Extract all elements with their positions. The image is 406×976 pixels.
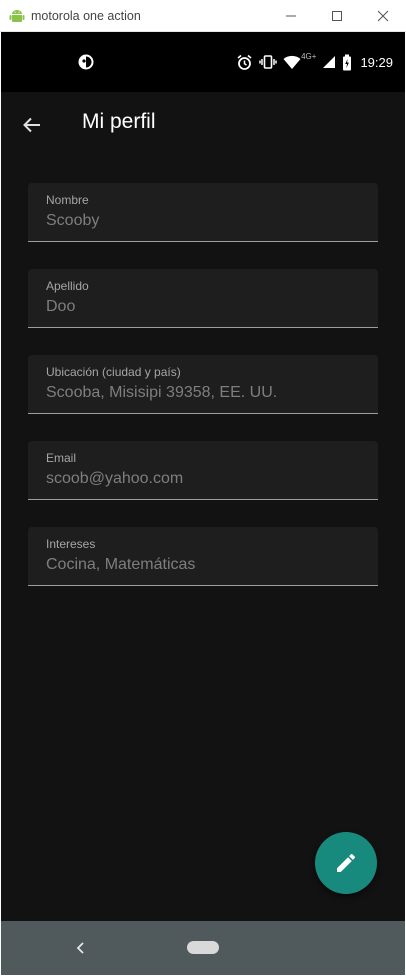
maximize-button[interactable]	[314, 0, 360, 31]
arrow-back-icon	[23, 117, 40, 133]
field-value: Cocina, Matemáticas	[46, 556, 196, 573]
page-title: Mi perfil	[82, 110, 156, 133]
alarm-icon	[237, 54, 252, 70]
device-screen: 4G+ 19:29 Mi perfil Nombre Scooby Apelli…	[1, 32, 405, 975]
nav-back-icon	[76, 942, 84, 954]
ubicacion-field[interactable]: Ubicación (ciudad y país) Scooba, Misisi…	[28, 355, 378, 414]
app-bar: Mi perfil	[1, 92, 405, 158]
android-icon	[9, 9, 25, 22]
field-value: Doo	[46, 298, 76, 315]
minimize-icon	[286, 15, 296, 16]
status-bar: 4G+ 19:29	[1, 32, 405, 92]
apellido-field[interactable]: Apellido Doo	[28, 269, 378, 328]
signal-icon	[323, 56, 336, 68]
nav-back-button[interactable]	[71, 938, 91, 958]
network-type-label: 4G+	[301, 51, 317, 61]
back-button[interactable]	[17, 110, 47, 140]
intereses-field[interactable]: Intereses Cocina, Matemáticas	[28, 527, 378, 586]
field-label: Intereses	[46, 537, 96, 551]
field-value: scoob@yahoo.com	[46, 470, 184, 487]
email-field[interactable]: Email scoob@yahoo.com	[28, 441, 378, 500]
close-button[interactable]	[360, 0, 406, 31]
field-label: Apellido	[46, 279, 89, 293]
wifi-icon	[283, 55, 301, 69]
field-label: Ubicación (ciudad y país)	[46, 365, 181, 379]
nav-home-pill[interactable]	[187, 941, 219, 954]
edit-fab-button[interactable]	[315, 832, 377, 894]
battery-icon	[343, 54, 352, 70]
field-label: Email	[46, 451, 77, 465]
field-value: Scooby	[46, 212, 100, 229]
vibrate-icon	[259, 55, 277, 69]
navigation-bar	[1, 921, 405, 975]
window-title: motorola one action	[31, 8, 141, 23]
nombre-field[interactable]: Nombre Scooby	[28, 183, 378, 242]
field-label: Nombre	[46, 193, 89, 207]
window-titlebar: motorola one action	[0, 0, 406, 32]
maximize-icon	[332, 10, 342, 21]
app-notification-icon	[78, 54, 94, 70]
close-icon	[377, 10, 389, 21]
edit-pencil-icon	[337, 853, 356, 872]
minimize-button[interactable]	[268, 0, 314, 31]
field-value: Scooba, Misisipi 39358, EE. UU.	[46, 384, 278, 401]
status-time: 19:29	[360, 54, 393, 70]
